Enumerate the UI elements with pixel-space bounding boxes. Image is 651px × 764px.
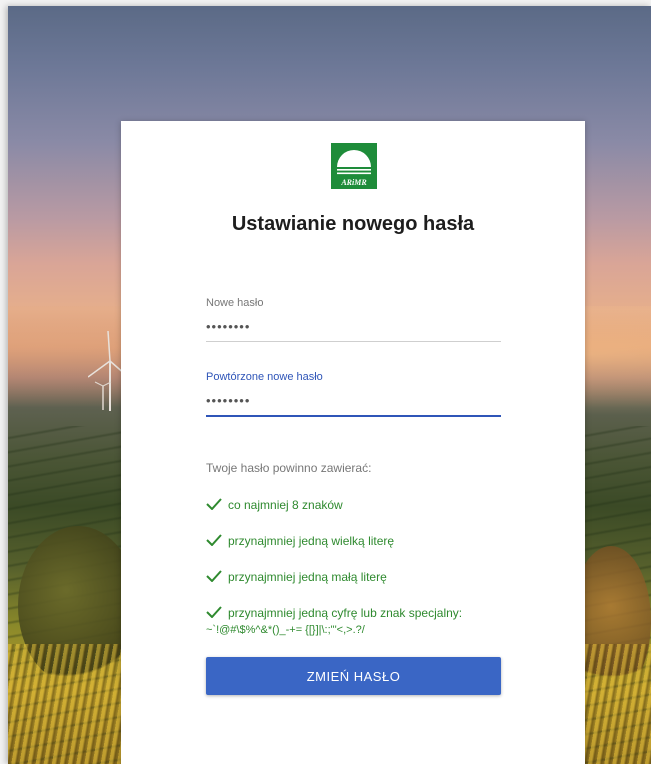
- password-reset-card: ARiMR Ustawianie nowego hasła Nowe hasło…: [121, 121, 585, 764]
- requirement-text: przynajmniej jedną cyfrę lub znak specja…: [228, 606, 463, 620]
- check-icon: [206, 606, 222, 618]
- change-password-button[interactable]: ZMIEŃ HASŁO: [206, 657, 501, 695]
- requirement-text: przynajmniej jedną wielką literę: [228, 534, 395, 548]
- wind-turbine-icon: [94, 381, 112, 410]
- arimr-logo-icon: ARiMR: [331, 143, 377, 189]
- svg-text:ARiMR: ARiMR: [340, 178, 367, 187]
- special-characters-list: ~`!@#\$%^&*()_-+= {[}]|\:;"'<,>.?/: [206, 624, 365, 636]
- requirements-intro: Twoje hasło powinno zawierać:: [206, 461, 372, 475]
- repeat-password-input[interactable]: ••••••••: [206, 393, 501, 415]
- requirement-item: przynajmniej jedną małą literę: [206, 570, 387, 584]
- new-password-field[interactable]: Nowe hasło ••••••••: [206, 297, 501, 342]
- repeat-password-label: Powtórzone nowe hasło: [206, 371, 323, 383]
- repeat-password-field[interactable]: Powtórzone nowe hasło ••••••••: [206, 371, 501, 417]
- requirement-item: co najmniej 8 znaków: [206, 498, 343, 512]
- requirement-text: przynajmniej jedną małą literę: [228, 570, 387, 584]
- check-icon: [206, 498, 222, 510]
- new-password-input[interactable]: ••••••••: [206, 319, 501, 341]
- check-icon: [206, 570, 222, 582]
- new-password-underline: [206, 341, 501, 342]
- new-password-label: Nowe hasło: [206, 297, 264, 309]
- requirement-item: przynajmniej jedną wielką literę: [206, 534, 394, 548]
- requirement-text: co najmniej 8 znaków: [228, 498, 343, 512]
- check-icon: [206, 534, 222, 546]
- repeat-password-underline: [206, 415, 501, 417]
- page-title: Ustawianie nowego hasła: [231, 213, 475, 235]
- requirement-item: przynajmniej jedną cyfrę lub znak specja…: [206, 606, 462, 636]
